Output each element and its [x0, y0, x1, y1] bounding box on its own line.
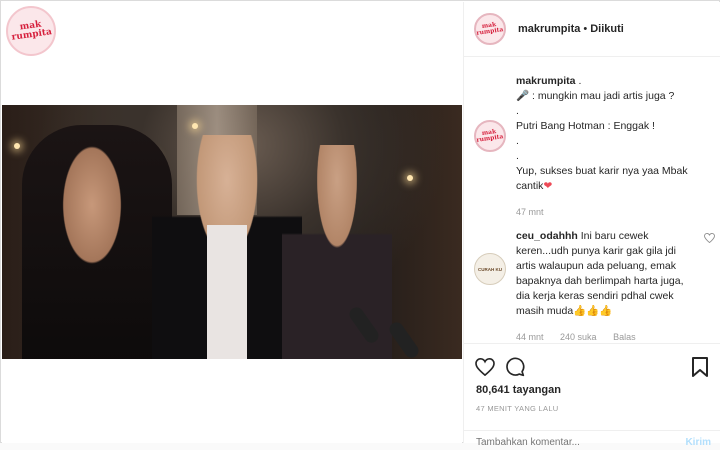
header-avatar-text: mak rumpita — [476, 21, 505, 37]
caption-line: . — [578, 75, 582, 87]
media-bottom-area — [2, 359, 462, 443]
post-side-panel: mak rumpita makrumpita • Diikuti mak rum… — [463, 2, 720, 448]
media-top-area: mak rumpita — [2, 2, 462, 105]
post-header: mak rumpita makrumpita • Diikuti — [464, 2, 720, 57]
caption-line: . — [516, 135, 519, 147]
comment-bubble-icon[interactable] — [504, 356, 526, 378]
comment-like-icon[interactable] — [704, 233, 715, 243]
comment-text: Ini baru cewek keren...udh punya karir g… — [516, 230, 687, 317]
add-comment-bar: Kirim — [464, 430, 720, 450]
comment-time[interactable]: 44 mnt — [516, 332, 544, 342]
brand-logo-text: mak rumpita — [10, 19, 53, 43]
caption-line: 🎤 : mungkin mau jadi artis juga ? — [516, 90, 675, 102]
heart-outline-icon[interactable] — [474, 356, 496, 378]
bookmark-icon[interactable] — [689, 356, 711, 378]
video-person-left — [22, 125, 172, 359]
video-person-right — [282, 145, 392, 359]
video-light — [407, 175, 413, 181]
caption-line: Putri Bang Hotman : Enggak ! — [516, 120, 655, 132]
video-shirt — [207, 225, 247, 359]
posted-time: 47 MENIT YANG LALU — [476, 404, 559, 413]
commenter-avatar[interactable]: CURAH KU — [474, 253, 506, 285]
video-player[interactable] — [2, 105, 462, 359]
header-avatar[interactable]: mak rumpita — [474, 13, 506, 45]
brand-logo[interactable]: mak rumpita — [6, 6, 56, 56]
caption-comment: mak rumpita makrumpita . 🎤 : mungkin mau… — [474, 74, 711, 217]
comment-username[interactable]: ceu_odahhh — [516, 230, 578, 242]
caption-avatar[interactable]: mak rumpita — [474, 120, 506, 152]
caption-line: . — [516, 150, 519, 162]
caption-line: cantik — [516, 180, 544, 192]
commenter-avatar-text: CURAH KU — [478, 266, 502, 272]
post-actions: 80,641 tayangan 47 MENIT YANG LALU Kirim — [464, 343, 720, 448]
media-column: mak rumpita — [2, 2, 462, 443]
post-frame: mak rumpita mak rumpita makrumpita • Dii… — [0, 0, 720, 448]
caption-username[interactable]: makrumpita — [516, 75, 576, 87]
header-username[interactable]: makrumpita — [518, 23, 580, 35]
action-icons — [474, 356, 711, 378]
caption-line: . — [516, 105, 519, 117]
follow-status-button[interactable]: Diikuti — [590, 23, 624, 35]
comment-reply-button[interactable]: Balas — [613, 332, 636, 342]
video-light — [14, 143, 20, 149]
header-separator: • — [583, 23, 588, 35]
caption-line: Yup, sukses buat karir nya yaa Mbak — [516, 165, 688, 177]
caption-time[interactable]: 47 mnt — [516, 207, 544, 217]
heart-emoji: ❤ — [543, 180, 553, 192]
comment-item: CURAH KU ceu_odahhh Ini baru cewek keren… — [474, 229, 715, 342]
view-count[interactable]: 80,641 tayangan — [476, 384, 561, 396]
comments-list[interactable]: mak rumpita makrumpita . 🎤 : mungkin mau… — [464, 58, 720, 342]
video-light — [192, 123, 198, 129]
comment-likes[interactable]: 240 suka — [560, 332, 597, 342]
